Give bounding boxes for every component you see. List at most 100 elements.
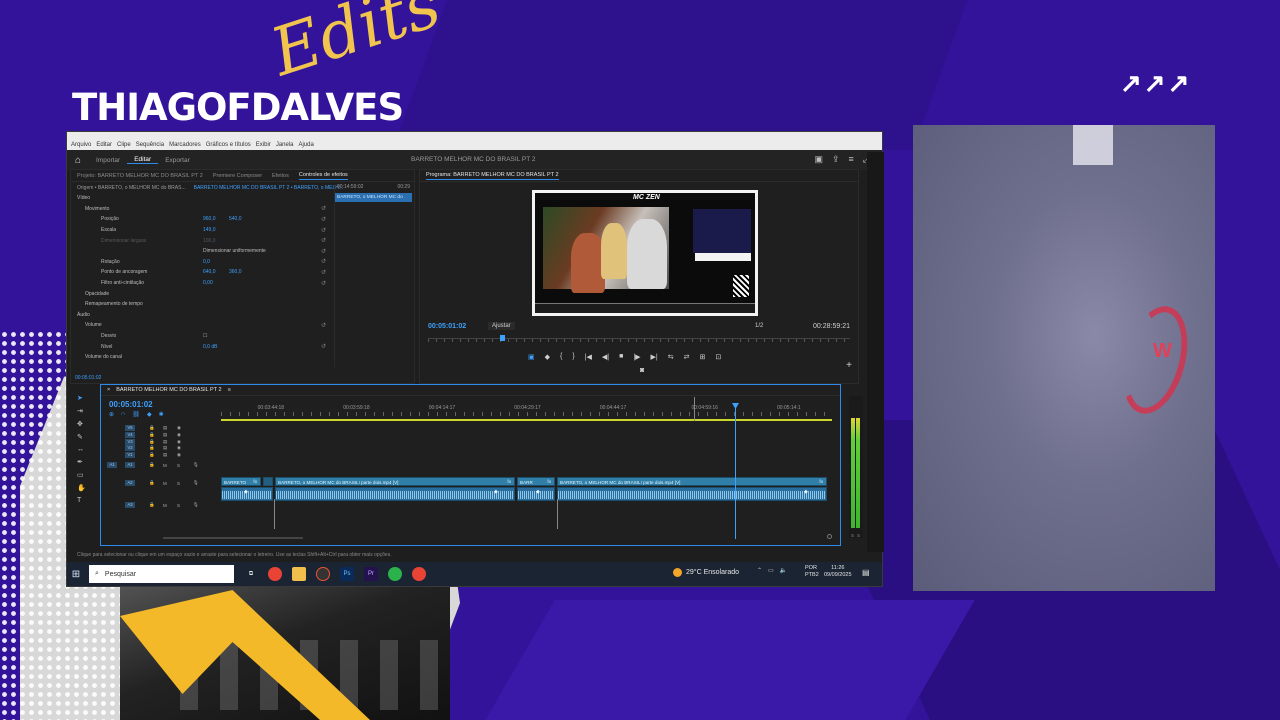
home-icon[interactable]: ⌂ — [67, 155, 89, 166]
tab-controles-de-efeitos[interactable]: Controles de efeitos — [298, 172, 348, 180]
tab-premiere-composer[interactable]: Premiere Composer — [213, 173, 262, 179]
track-header-v2[interactable]: 🔒 V2 ▤ ◉ — [101, 445, 219, 452]
source-label[interactable]: Origem • BARRETO, o MELHOR MC do BRAS... — [77, 185, 186, 191]
timeline-scrollbar[interactable] — [163, 537, 303, 539]
close-icon[interactable]: × — [107, 387, 110, 393]
track-header-a3[interactable]: 🔒 A3 M S 🎙 — [101, 494, 219, 516]
settings-icon[interactable]: ✱ — [159, 411, 164, 418]
tab-projeto[interactable]: Projeto: BARRETO MELHOR MC DO BRASIL PT … — [77, 173, 203, 179]
add-button-icon[interactable]: + — [846, 360, 852, 371]
camera-icon[interactable]: ◙ — [640, 367, 644, 374]
step-forward-button[interactable]: |▶ — [633, 353, 640, 361]
menu-item[interactable]: Clipe — [117, 142, 131, 148]
taskbar-clock[interactable]: 11:26 09/09/2025 — [824, 565, 852, 579]
razor-tool-icon[interactable]: ✎ — [77, 433, 86, 441]
chrome-icon[interactable] — [268, 567, 282, 581]
menu-item[interactable]: Arquivo — [71, 142, 91, 148]
track-header-v1[interactable]: 🔒 V1 ▤ ◉ — [101, 452, 219, 459]
nest-icon[interactable]: ⊕ — [109, 411, 114, 418]
tab-editar[interactable]: Editar — [127, 156, 159, 164]
sequence-clip-label[interactable]: BARRETO MELHOR MC DO BRASIL PT 2 • BARRE… — [194, 185, 343, 191]
whatsapp-icon[interactable] — [388, 567, 402, 581]
weather-widget[interactable]: 29°C Ensolarado — [673, 568, 739, 577]
timeline-scroll-handle[interactable] — [827, 534, 832, 539]
tab-exportar[interactable]: Exportar — [158, 157, 197, 164]
mark-in-button[interactable]: { — [560, 353, 562, 361]
menu-item[interactable]: Marcadores — [169, 142, 201, 148]
lift-button[interactable]: ⇆ — [668, 353, 674, 361]
program-timecode[interactable]: 00:05:01:02 — [428, 323, 466, 330]
marker-toggle-button[interactable]: ▣ — [528, 353, 535, 361]
chrome-icon[interactable] — [412, 567, 426, 581]
track-select-tool-icon[interactable]: ⇥ — [77, 407, 86, 415]
taskbar-search[interactable]: ⌕ Pesquisar — [89, 565, 234, 583]
stop-button[interactable]: ■ — [619, 353, 623, 361]
audio-clip[interactable]: ◆ — [221, 487, 273, 501]
audio-clip[interactable]: ◆ — [517, 487, 555, 501]
menu-item[interactable]: Editar — [96, 142, 112, 148]
track-header-a2[interactable]: 🔒 A2 M S 🎙 — [101, 472, 219, 494]
share-icon[interactable]: ⇪ — [832, 154, 840, 165]
video-clip[interactable]: BARR fx — [517, 477, 555, 486]
menu-item[interactable]: Sequência — [136, 142, 164, 148]
track-area[interactable]: BARRETO fx BARRETO, o MELHOR MC do BRASIL… — [221, 425, 832, 540]
track-header-v5[interactable]: 🔒 V5 ▤ ◉ — [101, 425, 219, 432]
menu-item[interactable]: Gráficos e títulos — [206, 142, 251, 148]
notification-icon[interactable]: ▤ — [862, 568, 870, 577]
hand-tool-icon[interactable]: ✋ — [77, 484, 86, 492]
menu-icon[interactable]: ≡ — [228, 387, 231, 393]
meter-solo-label[interactable]: S — [851, 533, 854, 538]
type-tool-icon[interactable]: T — [77, 497, 86, 504]
resolution-dropdown[interactable]: 1/2 — [755, 323, 763, 329]
linked-selection-icon[interactable]: ⛓ — [132, 411, 140, 418]
go-to-in-button[interactable]: |◀ — [585, 353, 592, 361]
program-scrub-bar[interactable] — [428, 338, 850, 342]
step-back-button[interactable]: ◀| — [602, 353, 609, 361]
audio-clip[interactable]: ◆ — [275, 487, 515, 501]
premiere-icon[interactable]: Pr — [364, 567, 378, 581]
compare-button[interactable]: ⊡ — [715, 353, 721, 361]
extract-button[interactable]: ⇄ — [684, 353, 690, 361]
video-clip[interactable]: BARRETO, o MELHOR MC do BRASIL! parte do… — [275, 477, 515, 486]
network-icon[interactable]: ▭ — [768, 567, 774, 574]
selection-tool-icon[interactable]: ➤ — [77, 394, 86, 402]
meter-solo-label[interactable]: S — [857, 533, 860, 538]
ripple-edit-tool-icon[interactable]: ✥ — [77, 420, 86, 428]
program-playhead[interactable] — [500, 335, 505, 341]
tab-importar[interactable]: Importar — [89, 157, 127, 164]
video-clip[interactable]: BARRETO fx — [221, 477, 261, 486]
add-marker-icon[interactable]: ◆ — [147, 411, 152, 418]
fit-dropdown[interactable]: Ajustar — [488, 322, 515, 330]
chevron-up-icon[interactable]: ⌃ — [757, 567, 762, 574]
work-area-bar[interactable] — [221, 419, 832, 421]
add-marker-button[interactable]: ◆ — [545, 353, 550, 361]
export-frame-button[interactable]: ⊞ — [700, 353, 706, 361]
timeline-timecode[interactable]: 00:05:01:02 — [109, 400, 153, 409]
slip-tool-icon[interactable]: ↔ — [77, 446, 86, 453]
windows-start-icon[interactable]: ⊞ — [67, 569, 85, 580]
video-clip-short[interactable] — [263, 477, 273, 486]
obs-icon[interactable] — [316, 567, 330, 581]
menu-icon[interactable]: ≡ — [849, 154, 854, 165]
task-view-icon[interactable]: ⧉ — [244, 567, 258, 581]
go-to-out-button[interactable]: ▶| — [651, 353, 658, 361]
file-explorer-icon[interactable] — [292, 567, 306, 581]
track-header-v4[interactable]: 🔒 V4 ▤ ◉ — [101, 432, 219, 439]
mark-out-button[interactable]: } — [572, 353, 574, 361]
sequence-tab[interactable]: BARRETO MELHOR MC DO BRASIL PT 2 — [116, 387, 221, 393]
track-header-a1[interactable]: A1 A1 🔒 M S 🎙 — [101, 458, 219, 472]
menu-item[interactable]: Exibir — [256, 142, 271, 148]
photoshop-icon[interactable]: Ps — [340, 567, 354, 581]
tab-efeitos[interactable]: Efeitos — [272, 173, 289, 179]
video-clip[interactable]: BARRETO, o MELHOR MC do BRASIL! parte do… — [557, 477, 827, 486]
volume-icon[interactable]: 🔈 — [780, 567, 787, 574]
track-header-v3[interactable]: 🔒 V3 ▤ ◉ — [101, 438, 219, 445]
pen-tool-icon[interactable]: ✒ — [77, 458, 86, 466]
mini-timeline-clip[interactable]: BARRETO, o MELHOR MC do — [335, 193, 412, 202]
time-ruler[interactable]: 00:03:44:18 00:03:59:18 00:04:14:17 00:0… — [221, 405, 832, 417]
audio-clip[interactable]: ◆ — [557, 487, 827, 501]
menu-item[interactable]: Ajuda — [299, 142, 314, 148]
program-monitor-title[interactable]: Programa: BARRETO MELHOR MC DO BRASIL PT… — [426, 172, 559, 180]
snap-icon[interactable]: ∩ — [121, 411, 125, 418]
playhead[interactable] — [735, 403, 736, 539]
